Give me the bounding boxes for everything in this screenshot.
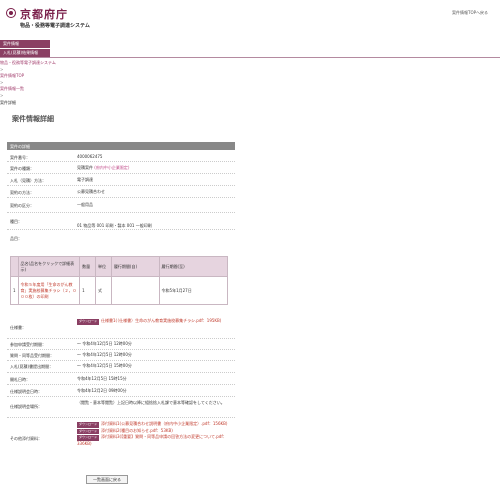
attachments-list: ダウンロード 添付資料1(公募見積合わせ説明書（府内中小企業限定）.pdf：156…: [77, 421, 232, 446]
field-label: 種目：: [10, 219, 22, 224]
kyoto-crest-icon: [6, 8, 16, 18]
item-period-from: [110, 276, 160, 305]
detail-value: 令和4年12月2日 09時00分: [77, 388, 127, 393]
breadcrumb-link-top[interactable]: 案件情報TOP: [0, 73, 56, 80]
detail-value: ～ 令和4年12月5日 12時00分: [77, 352, 132, 357]
attachment-link-3[interactable]: 添付資料3(【重要】質問・同等品申請の回答方法の変更について.pdf：336KB…: [77, 434, 227, 446]
attachments-row: その他添付資料： ダウンロード 添付資料1(公募見積合わせ説明書（府内中小企業限定…: [7, 419, 235, 459]
column-header: 数量: [79, 256, 96, 277]
column-header: 履行期間(至): [158, 256, 229, 277]
breadcrumb-link-list[interactable]: 案件情報一覧: [0, 86, 56, 93]
field-row: 契約の区分： 一般用品: [7, 199, 235, 213]
field-label: 案件の種類：: [10, 166, 34, 171]
detail-value: ～ 令和4年12月5日 12時00分: [77, 341, 132, 346]
field-row: 契約の方法： 公募見積合わせ: [7, 187, 235, 198]
field-value: 01 物品等 001 印刷・製本 001 一般印刷: [77, 223, 152, 228]
attachment-item: ダウンロード 添付資料3(【重要】質問・同等品申請の回答方法の変更について.pdf…: [77, 434, 232, 446]
detail-row: 開札日時： 令和4年12月5日 15時15分: [7, 374, 235, 385]
attachment-link-2[interactable]: 添付資料2(種目のお知らせ.pdf：53KB): [101, 428, 173, 433]
field-value: 4000062475: [77, 154, 103, 159]
breadcrumb-link-system[interactable]: 物品・役務等電子調達システム: [0, 60, 56, 67]
field-label: 契約の区分：: [10, 203, 34, 208]
attachment-item: ダウンロード 添付資料1(公募見積合わせ説明書（府内中小企業限定）.pdf：156…: [77, 421, 232, 428]
row-number: 1: [10, 276, 19, 305]
field-value: 電子調達: [77, 177, 93, 182]
detail-value: （閲覧・意本等閲覧）上記日時以降に組捨捨入札課で意本等確認をしてください。: [77, 400, 225, 405]
item-unit: 式: [95, 276, 112, 305]
items-table-header: 品名(品名をクリックで詳細表示) 数量 単位 履行期間(自) 履行期間(至): [10, 256, 229, 277]
detail-label: 入札(見積)書提出期間：: [10, 364, 54, 369]
field-label: 案件番号：: [10, 155, 30, 160]
detail-label: 質問・同等品受付期間：: [10, 353, 54, 358]
top-return-link[interactable]: 案件情報TOPへ戻る: [452, 10, 488, 16]
detail-row: 参加申請受付期間： ～ 令和4年12月5日 12時00分: [7, 340, 235, 350]
detail-row: 仕様書： ダウンロード 仕様書1(（仕様書）生命のがん教育実施校募集チラシ.pdf…: [7, 316, 235, 339]
back-to-list-button[interactable]: 一覧画面に戻る: [86, 475, 128, 484]
detail-row: 仕様説明会場所： （閲覧・意本等閲覧）上記日時以降に組捨捨入札課で意本等確認をし…: [7, 398, 235, 418]
detail-value: ダウンロード 仕様書1(（仕様書）生命のがん教育実施校募集チラシ.pdf：195K…: [77, 318, 232, 325]
detail-row: 仕様説明会日時： 令和4年12月2日 09時00分: [7, 386, 235, 397]
field-label: 品目：: [10, 236, 22, 241]
system-name: 物品・役務等電子調達システム: [20, 23, 90, 29]
detail-label: 仕様説明会場所：: [10, 404, 42, 409]
spec-file-link[interactable]: 仕様書1(（仕様書）生命のがん教育実施校募集チラシ.pdf：195KB): [101, 318, 221, 323]
detail-label: 仕様説明会日時：: [10, 389, 42, 394]
attachments-label: その他添付資料：: [10, 436, 42, 441]
field-row: 入札（見積）方法： 電子調達: [7, 175, 235, 186]
column-header: 単位: [95, 256, 112, 277]
download-badge[interactable]: ダウンロード: [77, 319, 100, 325]
field-row: 案件番号： 4000062475: [7, 153, 235, 162]
panel-header: 案件の詳細: [7, 142, 235, 150]
case-type-value: 見積案件: [77, 165, 93, 170]
detail-value: 令和4年12月5日 15時15分: [77, 376, 127, 381]
field-value: 一般用品: [77, 202, 93, 207]
detail-label: 仕様書：: [10, 325, 26, 330]
menu-bid-results[interactable]: 入札(見積)結果情報: [0, 49, 50, 57]
field-row: 案件の種類： 見積案件 (府内中小企業限定): [7, 163, 235, 174]
menu-case-info[interactable]: 案件情報: [0, 40, 50, 48]
site-logo[interactable]: 京都府庁: [20, 6, 68, 22]
field-row: 品目：: [7, 231, 235, 241]
field-value: 見積案件 (府内中小企業限定): [77, 165, 232, 171]
item-period-to: 令和5年1月27日: [158, 276, 229, 305]
items-table: 品名(品名をクリックで詳細表示) 数量 単位 履行期間(自) 履行期間(至) 1…: [10, 256, 229, 305]
table-row: 1 令和５年度用「生命のがん教育」実施校募集チラシ（２，０００枚）の印刷 1 式…: [10, 276, 229, 305]
site-header: 京都府庁 物品・役務等電子調達システム 案件情報TOPへ戻る: [0, 0, 500, 38]
column-header: [10, 256, 19, 277]
field-row: 種目： 01 物品等 001 印刷・製本 001 一般印刷: [7, 214, 235, 230]
field-label: 入札（見積）方法：: [10, 178, 46, 183]
page-title: 案件情報詳細: [12, 115, 54, 123]
breadcrumb-separator: >: [0, 92, 4, 98]
field-label: 契約の方法：: [10, 190, 34, 195]
item-quantity: 1: [79, 276, 96, 305]
detail-row: 質問・同等品受付期間： ～ 令和4年12月5日 12時00分: [7, 351, 235, 361]
detail-label: 開札日時：: [10, 377, 30, 382]
field-value: 公募見積合わせ: [77, 189, 105, 194]
menu-divider: [0, 57, 500, 58]
column-header: 品名(品名をクリックで詳細表示): [17, 256, 81, 277]
detail-label: 参加申請受付期間：: [10, 342, 46, 347]
breadcrumb-current: 案件詳細: [0, 99, 16, 105]
detail-row: 入札(見積)書提出期間： ～ 令和4年12月5日 15時00分: [7, 362, 235, 373]
breadcrumb: 物品・役務等電子調達システム > 案件情報TOP > 案件情報一覧 > 案件詳細: [0, 60, 56, 106]
column-header: 履行期間(自): [110, 256, 160, 277]
detail-value: ～ 令和4年12月5日 15時00分: [77, 363, 132, 368]
case-type-note: (府内中小企業限定): [94, 165, 130, 170]
download-badge[interactable]: ダウンロード: [77, 422, 100, 428]
item-name-link[interactable]: 令和５年度用「生命のがん教育」実施校募集チラシ（２，０００枚）の印刷: [17, 276, 81, 305]
attachment-link-1[interactable]: 添付資料1(公募見積合わせ説明書（府内中小企業限定）.pdf：156KB): [101, 421, 227, 426]
